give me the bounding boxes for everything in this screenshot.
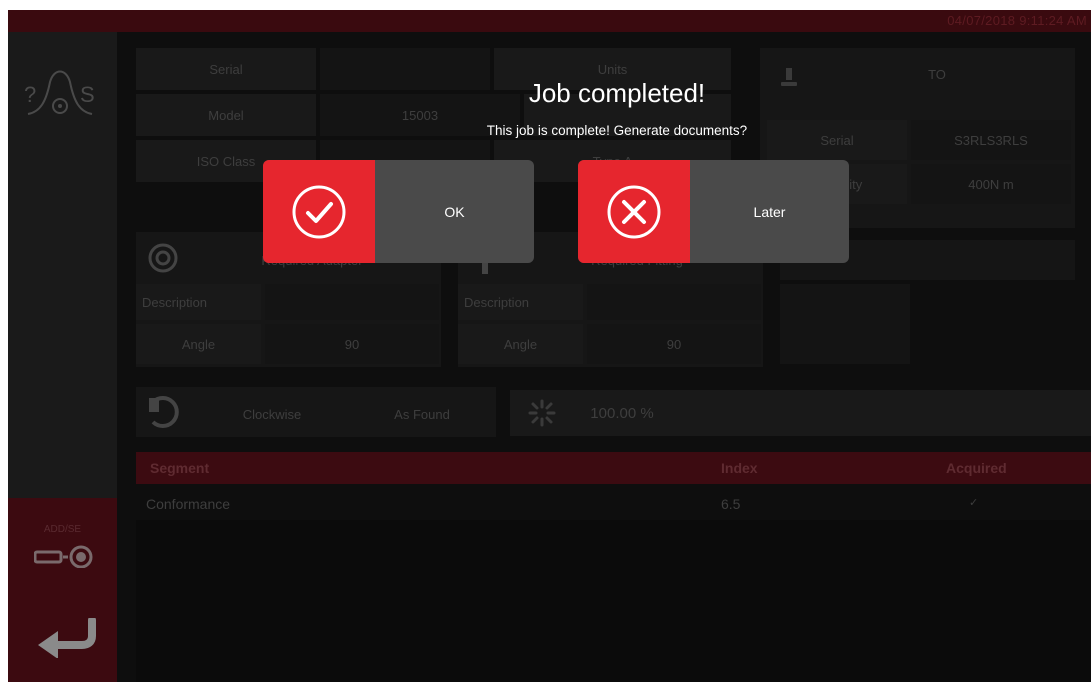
tool-capacity-value: 400N m bbox=[911, 164, 1071, 204]
adapter-icon bbox=[148, 243, 178, 273]
back-arrow-icon[interactable] bbox=[36, 618, 100, 658]
column-header-index: Index bbox=[721, 460, 758, 476]
row-index: 6.5 bbox=[721, 496, 741, 512]
fitting-angle-value: 90 bbox=[587, 324, 761, 364]
loading-spinner-icon bbox=[528, 399, 556, 427]
later-button[interactable]: Later bbox=[578, 160, 849, 263]
connector-icon[interactable] bbox=[34, 544, 96, 568]
fitting-description-label: Description bbox=[458, 284, 583, 320]
right-info-box bbox=[780, 284, 910, 364]
app-screen: 04/07/2018 9:11:24 AM ? S ADD/SE Serial … bbox=[8, 10, 1091, 682]
direction-mode: As Found bbox=[394, 406, 450, 422]
top-bar: 04/07/2018 9:11:24 AM bbox=[8, 10, 1091, 32]
row-acquired-checkmark: ✓ bbox=[969, 497, 979, 509]
ok-icon-area bbox=[263, 160, 375, 263]
device-label: ADD/SE bbox=[43, 524, 82, 535]
adapter-description-label: Description bbox=[136, 284, 261, 320]
tool-serial-value: S3RLS3RLS bbox=[911, 120, 1071, 160]
later-button-label: Later bbox=[753, 203, 786, 220]
checkmark-circle-icon bbox=[292, 185, 346, 238]
clockwise-rotation-icon bbox=[149, 396, 179, 428]
main-content: Serial Units Model 15003 ISO Class Type … bbox=[117, 32, 1091, 682]
table-row[interactable]: Conformance 6.5 ✓ bbox=[136, 488, 1091, 518]
adapter-angle-label: Angle bbox=[136, 324, 261, 364]
close-circle-icon bbox=[607, 185, 661, 238]
adapter-description-value bbox=[265, 284, 439, 320]
table-body bbox=[136, 520, 1091, 682]
app-logo-icon: ? S bbox=[24, 70, 95, 115]
sidebar: ? S ADD/SE bbox=[8, 32, 117, 682]
svg-text:S: S bbox=[80, 82, 95, 107]
svg-text:?: ? bbox=[24, 82, 36, 107]
wrench-tool-icon bbox=[781, 68, 797, 86]
column-header-segment: Segment bbox=[150, 460, 210, 476]
progress-value: 100.00 % bbox=[590, 404, 654, 422]
later-icon-area bbox=[578, 160, 690, 263]
ok-button-label: OK bbox=[444, 203, 465, 220]
column-header-acquired: Acquired bbox=[946, 460, 1007, 476]
serial-value bbox=[320, 48, 490, 90]
direction-value: Clockwise bbox=[242, 406, 302, 422]
model-label: Model bbox=[136, 94, 316, 136]
fitting-angle-label: Angle bbox=[458, 324, 583, 364]
modal-title: Job completed! bbox=[528, 78, 706, 108]
fitting-description-value bbox=[587, 284, 761, 320]
table-header: Segment Index Acquired bbox=[136, 452, 1091, 484]
tool-title: TO bbox=[928, 66, 946, 82]
adapter-angle-value: 90 bbox=[265, 324, 439, 364]
sidebar-red-panel: ADD/SE bbox=[8, 498, 117, 682]
serial-label: Serial bbox=[136, 48, 316, 90]
datetime-label: 04/07/2018 9:11:24 AM bbox=[947, 13, 1087, 28]
modal-message: This job is complete! Generate documents… bbox=[486, 123, 748, 138]
ok-button[interactable]: OK bbox=[263, 160, 534, 263]
row-segment: Conformance bbox=[146, 496, 231, 512]
